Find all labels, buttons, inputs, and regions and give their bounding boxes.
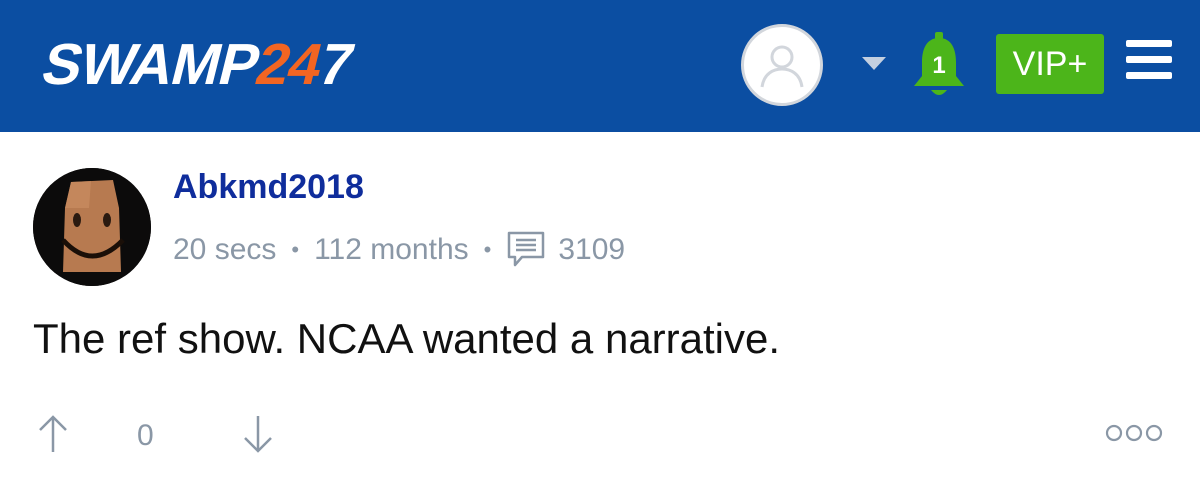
more-options-icon[interactable]	[1104, 424, 1164, 442]
post-meta: 20 secs • 112 months • 3109	[173, 230, 625, 270]
hamburger-menu-icon[interactable]	[1126, 40, 1172, 80]
comment-icon	[506, 230, 546, 270]
notification-count-badge: 1	[932, 52, 946, 79]
user-silhouette-icon	[760, 45, 804, 88]
profile-avatar-button[interactable]	[741, 24, 823, 106]
user-avatar[interactable]	[33, 168, 151, 286]
caret-down-icon[interactable]	[862, 57, 886, 70]
avatar-image	[33, 168, 151, 286]
notifications-button[interactable]: 1	[908, 30, 970, 102]
member-duration: 112 months	[314, 233, 469, 266]
post-body: The ref show. NCAA wanted a narrative.	[33, 315, 781, 362]
top-navigation-bar: SWAMP 24 7 1 VIP+	[0, 0, 1200, 132]
post-count: 3109	[558, 233, 626, 266]
arrow-down-icon[interactable]	[241, 414, 275, 454]
vote-score: 0	[137, 419, 154, 452]
separator-dot: •	[291, 237, 300, 262]
post-time: 20 secs	[173, 233, 277, 266]
site-logo[interactable]: SWAMP 24 7	[34, 22, 363, 106]
vip-button[interactable]: VIP+	[996, 34, 1104, 94]
post-username[interactable]: Abkmd2018	[173, 168, 364, 207]
separator-dot: •	[483, 237, 492, 262]
logo-word: SWAMP	[35, 31, 267, 97]
arrow-up-icon[interactable]	[36, 414, 70, 454]
